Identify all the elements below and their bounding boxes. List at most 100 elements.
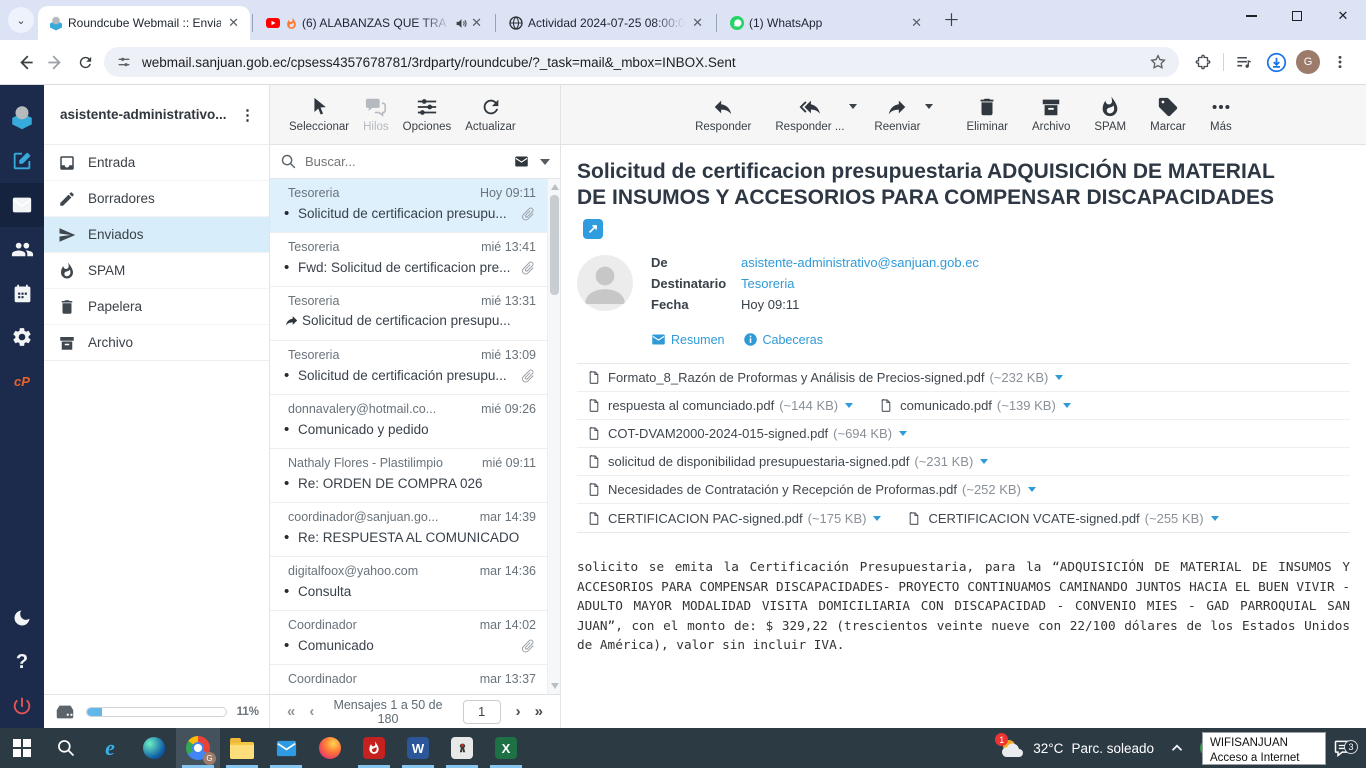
reload-button[interactable] (70, 47, 100, 77)
weather-widget[interactable]: 1 32°C Parc. soleado (999, 737, 1154, 759)
attachment-item[interactable]: Necesidades de Contratación y Recepción … (587, 481, 1036, 498)
archive-button[interactable]: Archivo (1025, 96, 1077, 133)
reply-all-group[interactable]: Responder ... (768, 96, 857, 133)
message-row[interactable]: Tesoreriamié 13:41 •Fwd: Solicitud de ce… (270, 233, 560, 287)
more-button[interactable]: Más (1203, 96, 1239, 133)
taskbar-search-icon[interactable] (44, 728, 88, 768)
address-bar[interactable]: webmail.sanjuan.gob.ec/cpsess4357678781/… (104, 47, 1179, 77)
message-row[interactable]: TesoreriaHoy 09:11 •Solicitud de certifi… (270, 179, 560, 233)
attachment-menu-caret[interactable] (1055, 375, 1063, 380)
attachment-item[interactable]: Formato_8_Razón de Proformas y Análisis … (587, 369, 1063, 386)
forward-button[interactable]: Reenviar (867, 96, 927, 133)
message-row[interactable]: Tesoreriamié 13:31 Solicitud de certific… (270, 287, 560, 341)
to-address-link[interactable]: Tesoreria (741, 276, 794, 291)
tab-close-icon[interactable]: ✕ (908, 15, 925, 31)
tab-close-icon[interactable]: ✕ (225, 15, 242, 31)
list-scrollbar[interactable] (547, 179, 560, 694)
reply-all-caret[interactable] (849, 104, 857, 109)
reply-button[interactable]: Responder (688, 96, 758, 133)
start-button[interactable] (0, 728, 44, 768)
folder-entrada[interactable]: Entrada (44, 145, 269, 181)
spam-button[interactable]: SPAM (1087, 96, 1133, 133)
new-tab-button[interactable]: ＋ (943, 6, 960, 31)
bookmark-star-icon[interactable] (1149, 53, 1167, 71)
forward-caret[interactable] (925, 104, 933, 109)
attachment-item[interactable]: CERTIFICACION VCATE-signed.pdf(~255 KB) (907, 510, 1218, 527)
taskbar-word-icon[interactable]: W (396, 728, 440, 768)
forward-button[interactable] (40, 47, 70, 77)
message-row[interactable]: digitalfoox@yahoo.commar 14:36 •Consulta (270, 557, 560, 611)
media-controls-icon[interactable] (1228, 47, 1260, 77)
tray-expand-chevron-icon[interactable] (1168, 739, 1186, 757)
page-number-input[interactable] (463, 700, 501, 724)
window-maximize-button[interactable] (1274, 0, 1320, 32)
attachment-menu-caret[interactable] (873, 516, 881, 521)
select-button[interactable]: Seleccionar (282, 96, 356, 133)
tab-close-icon[interactable]: ✕ (468, 15, 485, 31)
attachment-item[interactable]: COT-DVAM2000-2024-015-signed.pdf(~694 KB… (587, 425, 907, 442)
folder-papelera[interactable]: Papelera (44, 289, 269, 325)
message-row[interactable]: Nathaly Flores - Plastilimpiomié 09:11 •… (270, 449, 560, 503)
taskbar-acrobat-icon[interactable] (352, 728, 396, 768)
back-button[interactable] (10, 47, 40, 77)
taskbar-chrome-icon[interactable]: G (176, 728, 220, 768)
mark-button[interactable]: Marcar (1143, 96, 1193, 133)
attachment-menu-caret[interactable] (980, 459, 988, 464)
folder-borradores[interactable]: Borradores (44, 181, 269, 217)
first-page-button[interactable]: « (280, 703, 302, 720)
taskbar-java-icon[interactable] (440, 728, 484, 768)
folder-archivo[interactable]: Archivo (44, 325, 269, 361)
attachment-item[interactable]: comunicado.pdf(~139 KB) (879, 397, 1071, 414)
scroll-up-arrow[interactable] (551, 184, 559, 190)
message-row[interactable]: Coordinadormar 13:37 (270, 665, 560, 694)
contacts-nav-button[interactable] (0, 227, 44, 271)
from-address-link[interactable]: asistente-administrativo@sanjuan.gob.ec (741, 255, 979, 270)
taskbar-excel-icon[interactable]: X (484, 728, 528, 768)
tab-actividad[interactable]: Actividad 2024-07-25 08:00:00 ✕ (498, 6, 714, 40)
attachment-menu-caret[interactable] (1063, 403, 1071, 408)
tab-youtube[interactable]: (6) ALABANZAS QUE TRA ✕ (255, 6, 493, 40)
window-close-button[interactable]: ✕ (1320, 0, 1366, 32)
scroll-down-arrow[interactable] (551, 683, 559, 689)
message-row[interactable]: Coordinadormar 14:02 •Comunicado (270, 611, 560, 665)
tab-whatsapp[interactable]: (1) WhatsApp ✕ (719, 6, 933, 40)
dark-mode-icon[interactable] (0, 596, 44, 640)
attachment-item[interactable]: respuesta al comunciado.pdf(~144 KB) (587, 397, 853, 414)
tab-roundcube[interactable]: Roundcube Webmail :: Enviados ✕ (38, 6, 250, 40)
taskbar-ie-icon[interactable]: e (88, 728, 132, 768)
search-input[interactable] (305, 154, 512, 169)
logout-power-icon[interactable] (0, 684, 44, 728)
attachment-menu-caret[interactable] (845, 403, 853, 408)
threads-button[interactable]: Hilos (356, 96, 396, 133)
reply-all-button[interactable]: Responder ... (768, 96, 851, 133)
tab-audio-icon[interactable] (455, 17, 468, 30)
forward-group[interactable]: Reenviar (867, 96, 933, 133)
summary-link[interactable]: Resumen (651, 332, 725, 347)
message-row[interactable]: coordinador@sanjuan.go...mar 14:39 •Re: … (270, 503, 560, 557)
attachment-menu-caret[interactable] (899, 431, 907, 436)
message-row[interactable]: donnavalery@hotmail.co...mié 09:26 •Comu… (270, 395, 560, 449)
scrollbar-thumb[interactable] (550, 195, 559, 295)
open-in-new-window-icon[interactable]: ↗ (583, 219, 603, 239)
taskbar-firefox-icon[interactable] (308, 728, 352, 768)
attachment-menu-caret[interactable] (1028, 487, 1036, 492)
headers-link[interactable]: Cabeceras (743, 332, 823, 347)
options-button[interactable]: Opciones (396, 96, 459, 133)
help-icon[interactable]: ? (0, 640, 44, 684)
tab-search-button[interactable]: ⌄ (8, 7, 34, 33)
extensions-icon[interactable] (1187, 47, 1219, 77)
message-row[interactable]: Tesoreriamié 13:09 •Solicitud de certifi… (270, 341, 560, 395)
tab-close-icon[interactable]: ✕ (689, 15, 706, 31)
mail-nav-button[interactable] (0, 183, 44, 227)
compose-button[interactable] (0, 139, 44, 183)
folder-spam[interactable]: SPAM (44, 253, 269, 289)
last-page-button[interactable]: » (528, 703, 550, 720)
notification-center-icon[interactable]: 3 (1328, 738, 1358, 758)
prev-page-button[interactable]: ‹ (302, 703, 321, 720)
refresh-button[interactable]: Actualizar (458, 96, 523, 133)
attachment-item[interactable]: CERTIFICACION PAC-signed.pdf(~175 KB) (587, 510, 881, 527)
profile-avatar[interactable]: G (1292, 47, 1324, 77)
search-options-chevron[interactable] (540, 159, 550, 165)
attachment-menu-caret[interactable] (1211, 516, 1219, 521)
next-page-button[interactable]: › (509, 703, 528, 720)
